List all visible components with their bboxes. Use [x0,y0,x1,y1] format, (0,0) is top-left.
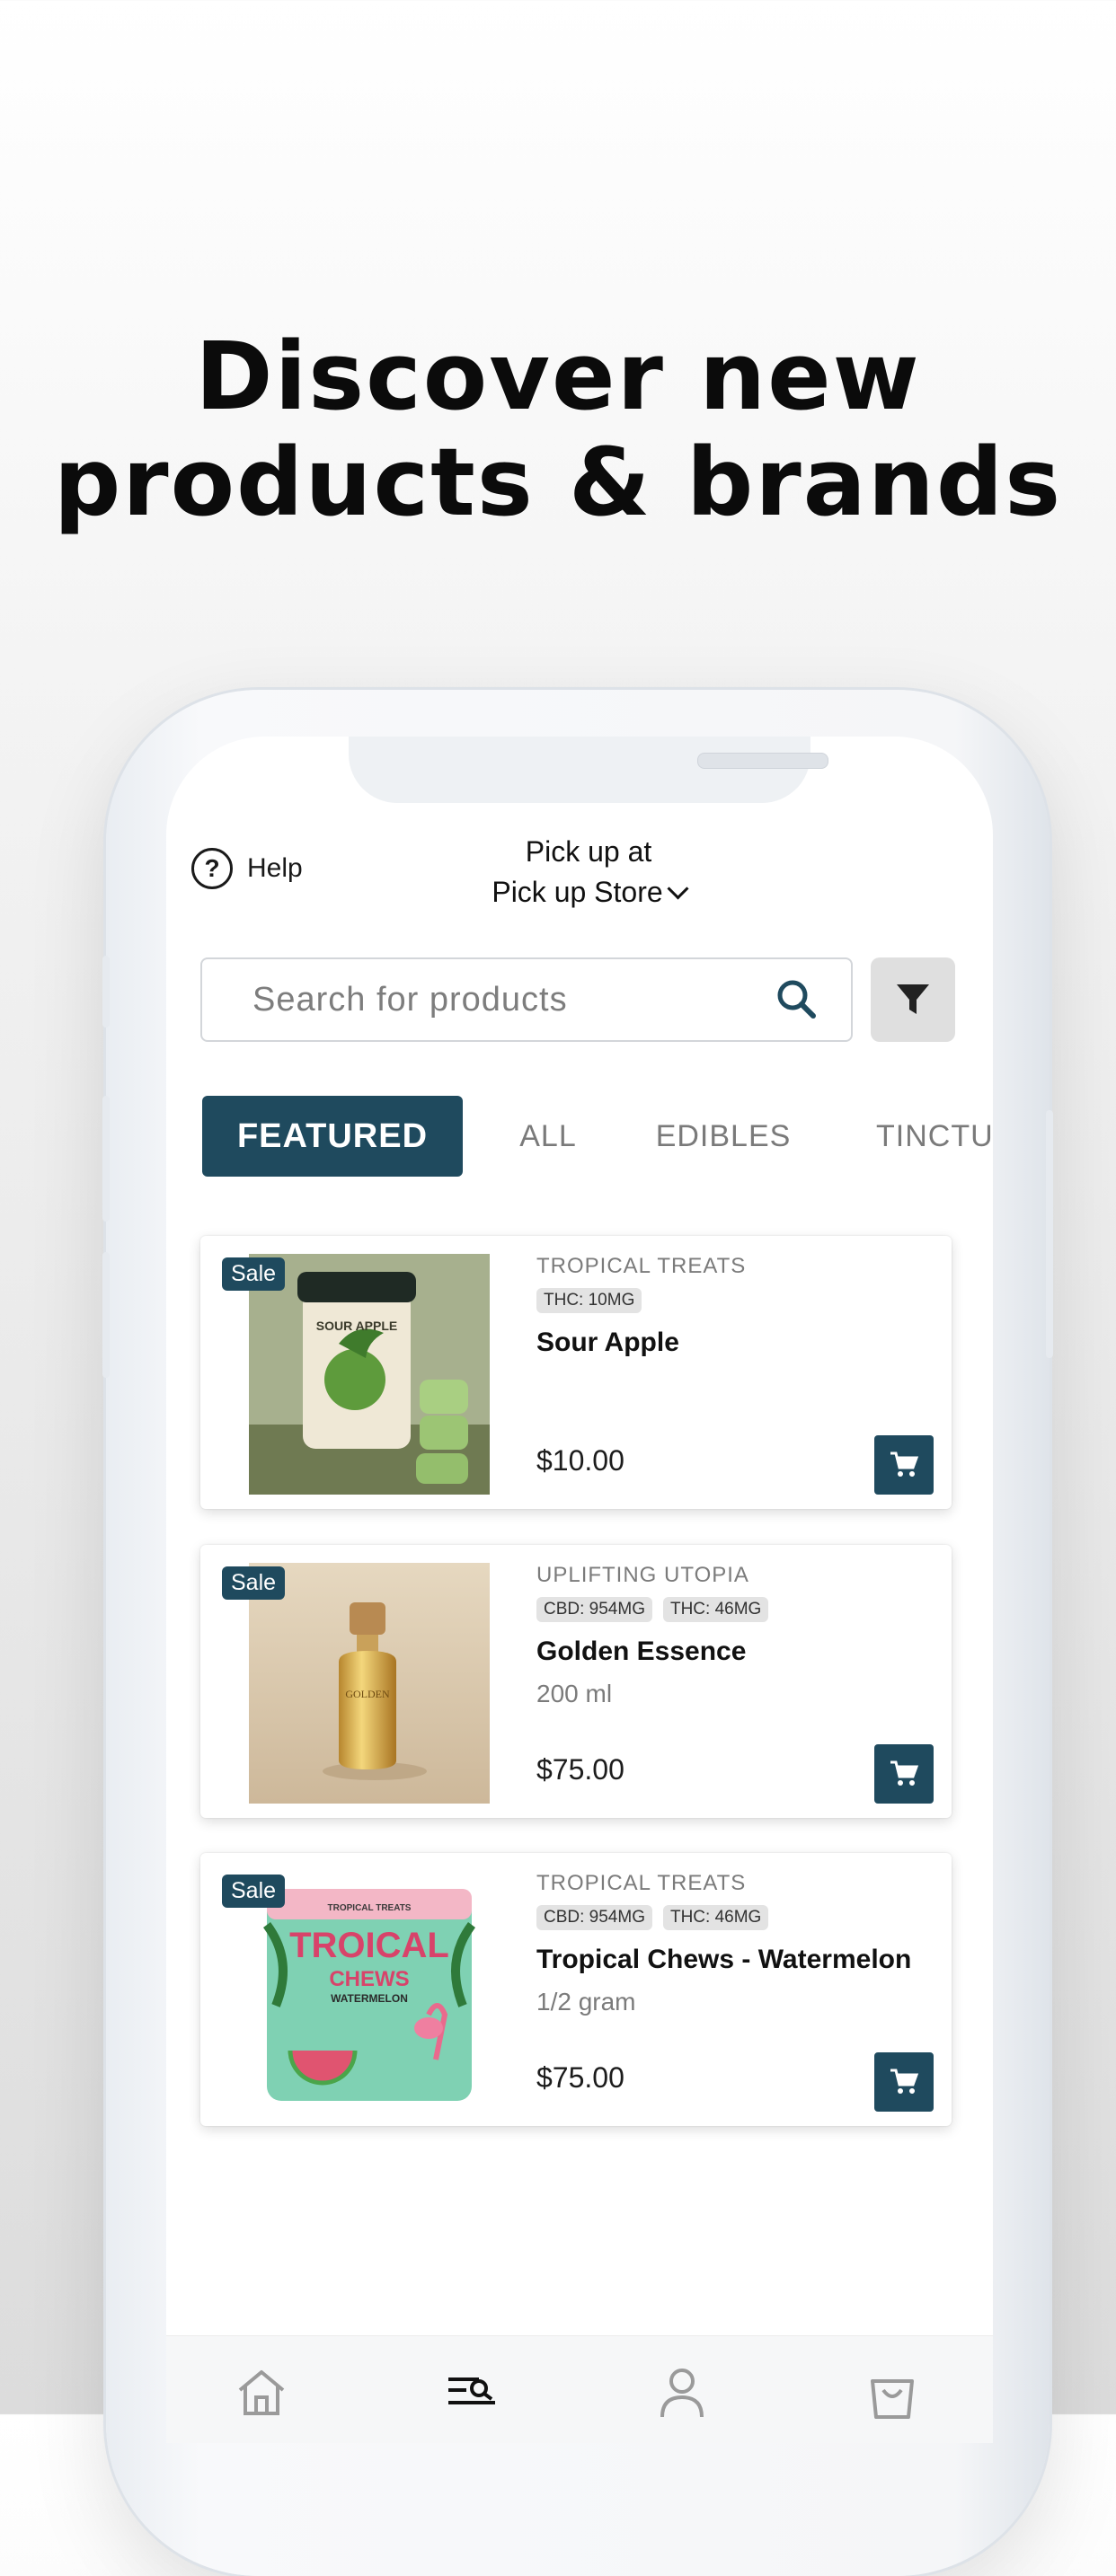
product-image-text: GOLDEN [345,1688,390,1700]
product-price: $75.00 [536,1753,624,1786]
pickup-store-name: Pick up Store [492,876,663,908]
phone-notch [349,737,828,803]
bag-icon[interactable] [864,2363,921,2421]
potency-chip: THC: 46MG [662,1597,769,1622]
product-image[interactable]: TROPICAL TREATS TROICAL CHEWS WATERMELON [249,1871,490,2112]
product-card[interactable]: Sale SOUR APPLE TROPICAL TREATS THC: 10M… [200,1236,952,1509]
phone-side-button [102,1096,110,1222]
account-icon[interactable] [653,2363,711,2421]
app-screen: ? Help Pick up at Pick up Store FEATURED… [166,737,993,2443]
phone-side-button [1046,1110,1053,1358]
search-icon[interactable] [770,973,824,1027]
potency-chip: THC: 46MG [662,1905,769,1930]
product-name[interactable]: Tropical Chews - Watermelon [536,1945,911,1975]
search-input[interactable] [251,979,770,1020]
potency-chip: THC: 10MG [536,1288,642,1313]
headline-line-1: Discover new [195,322,921,431]
product-price: $75.00 [536,2061,624,2094]
cart-icon [890,1451,919,1477]
product-brand: TROPICAL TREATS [536,1871,747,1895]
filter-icon [897,984,929,1014]
home-icon[interactable] [233,2363,290,2421]
product-chips: CBD: 954MG THC: 46MG [536,1597,769,1622]
cart-icon [890,2069,919,2094]
potency-chip: CBD: 954MG [536,1905,652,1930]
product-size: 200 ml [536,1680,613,1707]
pickup-store-selector[interactable]: Pick up at Pick up Store [436,832,741,913]
add-to-cart-button[interactable] [874,1435,934,1495]
tab-tinctures[interactable]: TINCTU [876,1096,993,1177]
product-image-text: CHEWS [329,1967,409,1991]
product-price: $10.00 [536,1444,624,1477]
headline-line-2: products & brands [53,428,1063,537]
product-image-text: TROICAL [289,1926,449,1965]
product-card[interactable]: Sale TROPICAL TREATS TROICAL CHEWS WATER… [200,1853,952,2126]
product-name[interactable]: Golden Essence [536,1636,746,1667]
tab-featured[interactable]: FEATURED [202,1096,463,1177]
cart-icon [890,1760,919,1786]
product-chips: CBD: 954MG THC: 46MG [536,1905,769,1930]
sale-badge: Sale [222,1875,286,1908]
tab-all[interactable]: ALL [499,1096,598,1177]
product-image-text: SOUR APPLE [316,1319,398,1333]
speaker-grille [697,753,828,769]
filter-button[interactable] [871,957,955,1042]
category-tabs: FEATURED ALL EDIBLES TINCTU [202,1096,993,1177]
search-box [200,957,853,1042]
bottom-nav [166,2335,993,2443]
svg-text:TROPICAL TREATS: TROPICAL TREATS [328,1903,412,1913]
help-circle-icon: ? [191,848,233,889]
chevron-down-icon [667,877,689,900]
product-image[interactable]: GOLDEN [249,1563,490,1804]
pickup-label: Pick up at [525,835,652,868]
help-label: Help [247,853,303,883]
sale-badge: Sale [222,1257,286,1291]
product-size: 1/2 gram [536,1988,636,2016]
product-brand: UPLIFTING UTOPIA [536,1563,749,1587]
product-image[interactable]: SOUR APPLE [249,1254,490,1495]
help-button[interactable]: ? Help [191,848,303,889]
add-to-cart-button[interactable] [874,1744,934,1804]
product-brand: TROPICAL TREATS [536,1254,747,1278]
product-name[interactable]: Sour Apple [536,1328,679,1358]
tab-edibles[interactable]: EDIBLES [651,1096,795,1177]
phone-side-button [102,1252,110,1378]
product-card[interactable]: Sale GOLDEN UPLIFTING UTOPIA CBD: 954MG … [200,1545,952,1818]
product-image-text: WATERMELON [331,1992,408,2005]
add-to-cart-button[interactable] [874,2052,934,2112]
sale-badge: Sale [222,1566,286,1600]
search-list-icon[interactable] [443,2363,500,2421]
potency-chip: CBD: 954MG [536,1597,652,1622]
phone-side-button [102,956,110,1028]
product-chips: THC: 10MG [536,1288,642,1313]
headline: Discover new products & brands [0,323,1116,535]
